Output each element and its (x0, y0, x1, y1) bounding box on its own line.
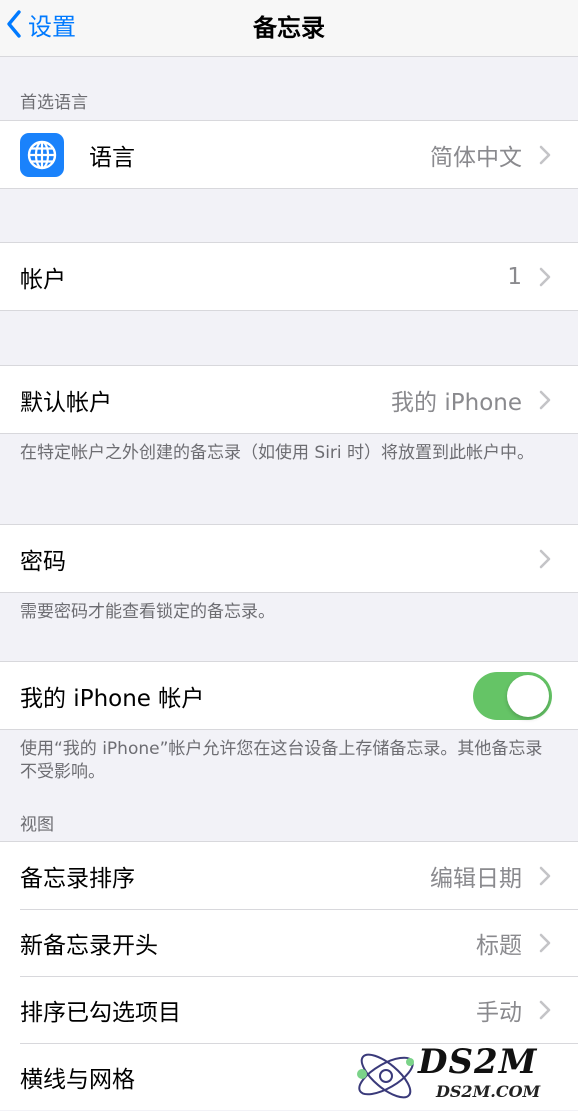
new-notes-start-value: 标题 (476, 932, 522, 959)
sort-notes-label: 备忘录排序 (20, 865, 135, 892)
navigation-bar: 设置 备忘录 (0, 0, 578, 57)
new-notes-start-row[interactable]: 新备忘录开头 标题 (0, 909, 578, 976)
sort-notes-value: 编辑日期 (430, 865, 522, 892)
password-row[interactable]: 密码 (0, 525, 578, 592)
language-row[interactable]: 语言 简体中文 (0, 121, 578, 188)
sort-checked-items-value: 手动 (476, 999, 522, 1026)
chevron-right-icon (539, 549, 551, 569)
sort-checked-items-row[interactable]: 排序已勾选项目 手动 (0, 976, 578, 1043)
password-footer: 需要密码才能查看锁定的备忘录。 (20, 602, 275, 622)
default-account-row[interactable]: 默认帐户 我的 iPhone (0, 366, 578, 433)
chevron-right-icon (539, 1000, 551, 1020)
iphone-account-label: 我的 iPhone 帐户 (20, 685, 205, 712)
watermark-text: DS2M (418, 1042, 538, 1082)
password-group: 密码 (0, 524, 578, 593)
watermark-url: DS2M.COM (436, 1082, 541, 1101)
iphone-account-row: 我的 iPhone 帐户 (0, 662, 578, 729)
iphone-account-toggle[interactable] (473, 672, 552, 720)
section-header-view: 视图 (20, 815, 54, 835)
chevron-right-icon (539, 267, 551, 287)
language-label: 语言 (89, 144, 135, 171)
chevron-right-icon (539, 866, 551, 886)
iphone-account-footer: 使用“我的 iPhone”帐户允许您在这台设备上存储备忘录。其他备忘录不受影响。 (20, 739, 543, 782)
accounts-row[interactable]: 帐户 1 (0, 243, 578, 310)
accounts-label: 帐户 (20, 266, 66, 293)
iphone-account-group: 我的 iPhone 帐户 (0, 661, 578, 730)
toggle-knob (507, 675, 549, 717)
sort-notes-row[interactable]: 备忘录排序 编辑日期 (0, 842, 578, 909)
language-group: 语言 简体中文 (0, 120, 578, 189)
chevron-right-icon (539, 390, 551, 410)
page-title: 备忘录 (253, 14, 325, 42)
chevron-right-icon (539, 933, 551, 953)
new-notes-start-label: 新备忘录开头 (20, 932, 158, 959)
sort-checked-items-label: 排序已勾选项目 (20, 999, 181, 1026)
section-header-preferred-language: 首选语言 (20, 93, 88, 113)
default-account-value: 我的 iPhone (391, 389, 522, 416)
accounts-group: 帐户 1 (0, 242, 578, 311)
default-account-group: 默认帐户 我的 iPhone (0, 365, 578, 434)
lines-and-grids-label: 横线与网格 (20, 1066, 135, 1093)
default-account-label: 默认帐户 (20, 389, 112, 416)
chevron-right-icon (539, 145, 551, 165)
password-label: 密码 (20, 548, 66, 575)
language-value: 简体中文 (430, 144, 522, 171)
atom-icon (357, 1053, 414, 1099)
default-account-footer: 在特定帐户之外创建的备忘录（如使用 Siri 时）将放置到此帐户中。 (20, 443, 535, 463)
watermark-logo: DS2M DS2M.COM (352, 1040, 578, 1111)
accounts-count: 1 (507, 263, 522, 290)
globe-icon (20, 132, 64, 177)
